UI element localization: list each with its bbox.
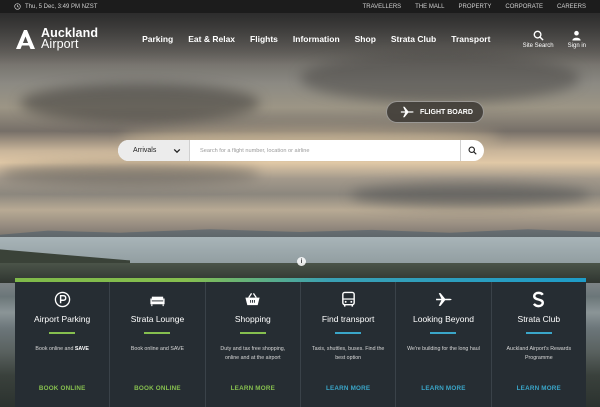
tile-description: We're building for the long haul [407,346,480,352]
datetime-display: Thu, 5 Dec, 3:49 PM NZST [14,3,97,10]
tile-title: Looking Beyond [412,314,474,324]
logo-wordmark: Auckland Airport [41,27,98,51]
lounge-icon [150,296,165,307]
main-navigation: Auckland Airport Parking Eat & Relax Fli… [0,13,600,65]
flight-search-bar: Arrivals [118,140,484,161]
shopping-basket-icon [245,292,260,306]
logo-line-2: Airport [41,37,79,51]
flight-board-label: FLIGHT BOARD [420,108,473,116]
select-value: Arrivals [133,147,157,154]
tile-title: Airport Parking [34,314,91,324]
tile-underline [335,332,362,334]
sign-in-button[interactable]: Sign in [568,30,586,49]
utility-link-the-mall[interactable]: THE MALL [415,4,444,10]
tile-underline [239,332,266,334]
datetime-text: Thu, 5 Dec, 3:49 PM NZST [25,3,98,10]
plane-icon [400,106,414,118]
tile-underline [430,332,457,334]
tile-description: Book online and SAVE [35,346,89,352]
utility-links: TRAVELLERS THE MALL PROPERTY CORPORATE C… [363,4,586,10]
tile-row: Airport Parking Book online and SAVE BOO… [15,282,586,407]
book-online-link[interactable]: BOOK ONLINE [134,385,181,392]
plane-icon [436,293,452,306]
tile-underline [525,332,552,334]
auckland-airport-logo[interactable]: Auckland Airport [14,27,98,51]
search-icon [468,146,477,155]
tile-strata-club[interactable]: Strata Club Auckland Airport's Rewards P… [492,282,586,407]
tile-description: Auckland Airport's Rewards Programme [506,346,572,361]
tile-title: Strata Lounge [130,314,185,324]
nav-links: Parking Eat & Relax Flights Information … [142,34,490,44]
nav-item-shop[interactable]: Shop [355,34,376,44]
search-icon [533,30,544,41]
parking-icon [54,291,70,308]
nav-item-eat-relax[interactable]: Eat & Relax [188,34,235,44]
nav-actions: Site Search Sign in [523,30,586,49]
arrivals-departures-select[interactable]: Arrivals [118,140,190,161]
tile-description: Taxis, shuttles, buses. Find the best op… [311,346,385,361]
nav-item-parking[interactable]: Parking [142,34,173,44]
tile-title: Strata Club [517,314,561,324]
site-search-label: Site Search [522,42,554,49]
nav-item-transport[interactable]: Transport [451,34,490,44]
user-icon [572,30,581,41]
utility-link-careers[interactable]: CAREERS [557,4,586,10]
tile-title: Shopping [234,314,271,324]
learn-more-link[interactable]: LEARN MORE [517,385,561,392]
learn-more-link[interactable]: LEARN MORE [231,385,275,392]
utility-link-travellers[interactable]: TRAVELLERS [363,4,402,10]
tile-find-transport[interactable]: Find transport Taxis, shuttles, buses. F… [301,282,397,407]
airport-a-logo-icon [16,30,35,49]
tile-underline [49,332,76,334]
sign-in-label: Sign in [567,42,586,49]
book-online-link[interactable]: BOOK ONLINE [39,385,86,392]
learn-more-link[interactable]: LEARN MORE [326,385,370,392]
utility-bar: Thu, 5 Dec, 3:49 PM NZST TRAVELLERS THE … [0,0,600,13]
tile-shopping[interactable]: Shopping Duty and tax free shopping, onl… [206,282,301,407]
strata-s-icon [533,291,545,308]
utility-link-property[interactable]: PROPERTY [459,4,492,10]
clock-icon [14,3,21,10]
tile-looking-beyond[interactable]: Looking Beyond We're building for the lo… [396,282,492,407]
nav-item-information[interactable]: Information [293,34,340,44]
flight-board-button[interactable]: FLIGHT BOARD [386,101,484,123]
chevron-down-icon [173,148,181,153]
tile-title: Find transport [321,314,375,324]
nav-item-flights[interactable]: Flights [250,34,278,44]
tile-description: Book online and SAVE [130,346,185,352]
tile-airport-parking[interactable]: Airport Parking Book online and SAVE BOO… [15,282,111,407]
flight-search-input[interactable] [190,140,460,161]
tile-strata-lounge[interactable]: Strata Lounge Book online and SAVE BOOK … [110,282,206,407]
flight-search-submit-button[interactable] [460,140,484,161]
site-search-button[interactable]: Site Search [523,30,554,49]
feature-tiles: Airport Parking Book online and SAVE BOO… [15,278,586,407]
utility-link-corporate[interactable]: CORPORATE [505,4,543,10]
nav-item-strata-club[interactable]: Strata Club [391,34,436,44]
bus-icon [341,291,355,307]
tile-underline [144,332,171,334]
image-info-button[interactable]: i [297,257,306,266]
tile-description: Duty and tax free shopping, online and a… [220,346,286,361]
learn-more-link[interactable]: LEARN MORE [421,385,465,392]
